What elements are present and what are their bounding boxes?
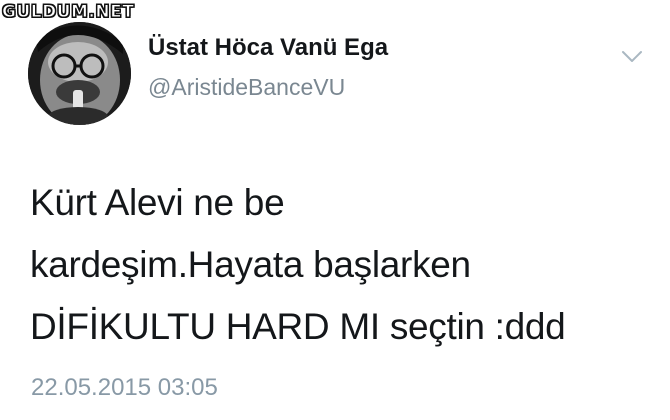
author-handle[interactable]: @AristideBanceVU: [148, 72, 345, 102]
tweet-card: GULDUM.NET Üstat Höca Vanü Ega @Aristide…: [0, 0, 670, 420]
site-watermark: GULDUM.NET: [1, 2, 135, 23]
tweet-text: Kürt Alevi ne be kardeşim.Hayata başlark…: [30, 172, 650, 358]
tweet-timestamp[interactable]: 22.05.2015 03:05: [31, 372, 218, 404]
profile-photo-icon: [28, 22, 131, 125]
tweet-text-line: kardeşim.Hayata başlarken: [30, 244, 471, 285]
tweet-text-line: DİFİKULTU HARD MI seçtin :ddd: [30, 306, 566, 347]
author-display-name[interactable]: Üstat Höca Vanü Ega: [148, 33, 388, 63]
chevron-down-icon[interactable]: [621, 50, 643, 64]
avatar[interactable]: [28, 22, 131, 125]
tweet-text-line: Kürt Alevi ne be: [30, 182, 285, 223]
